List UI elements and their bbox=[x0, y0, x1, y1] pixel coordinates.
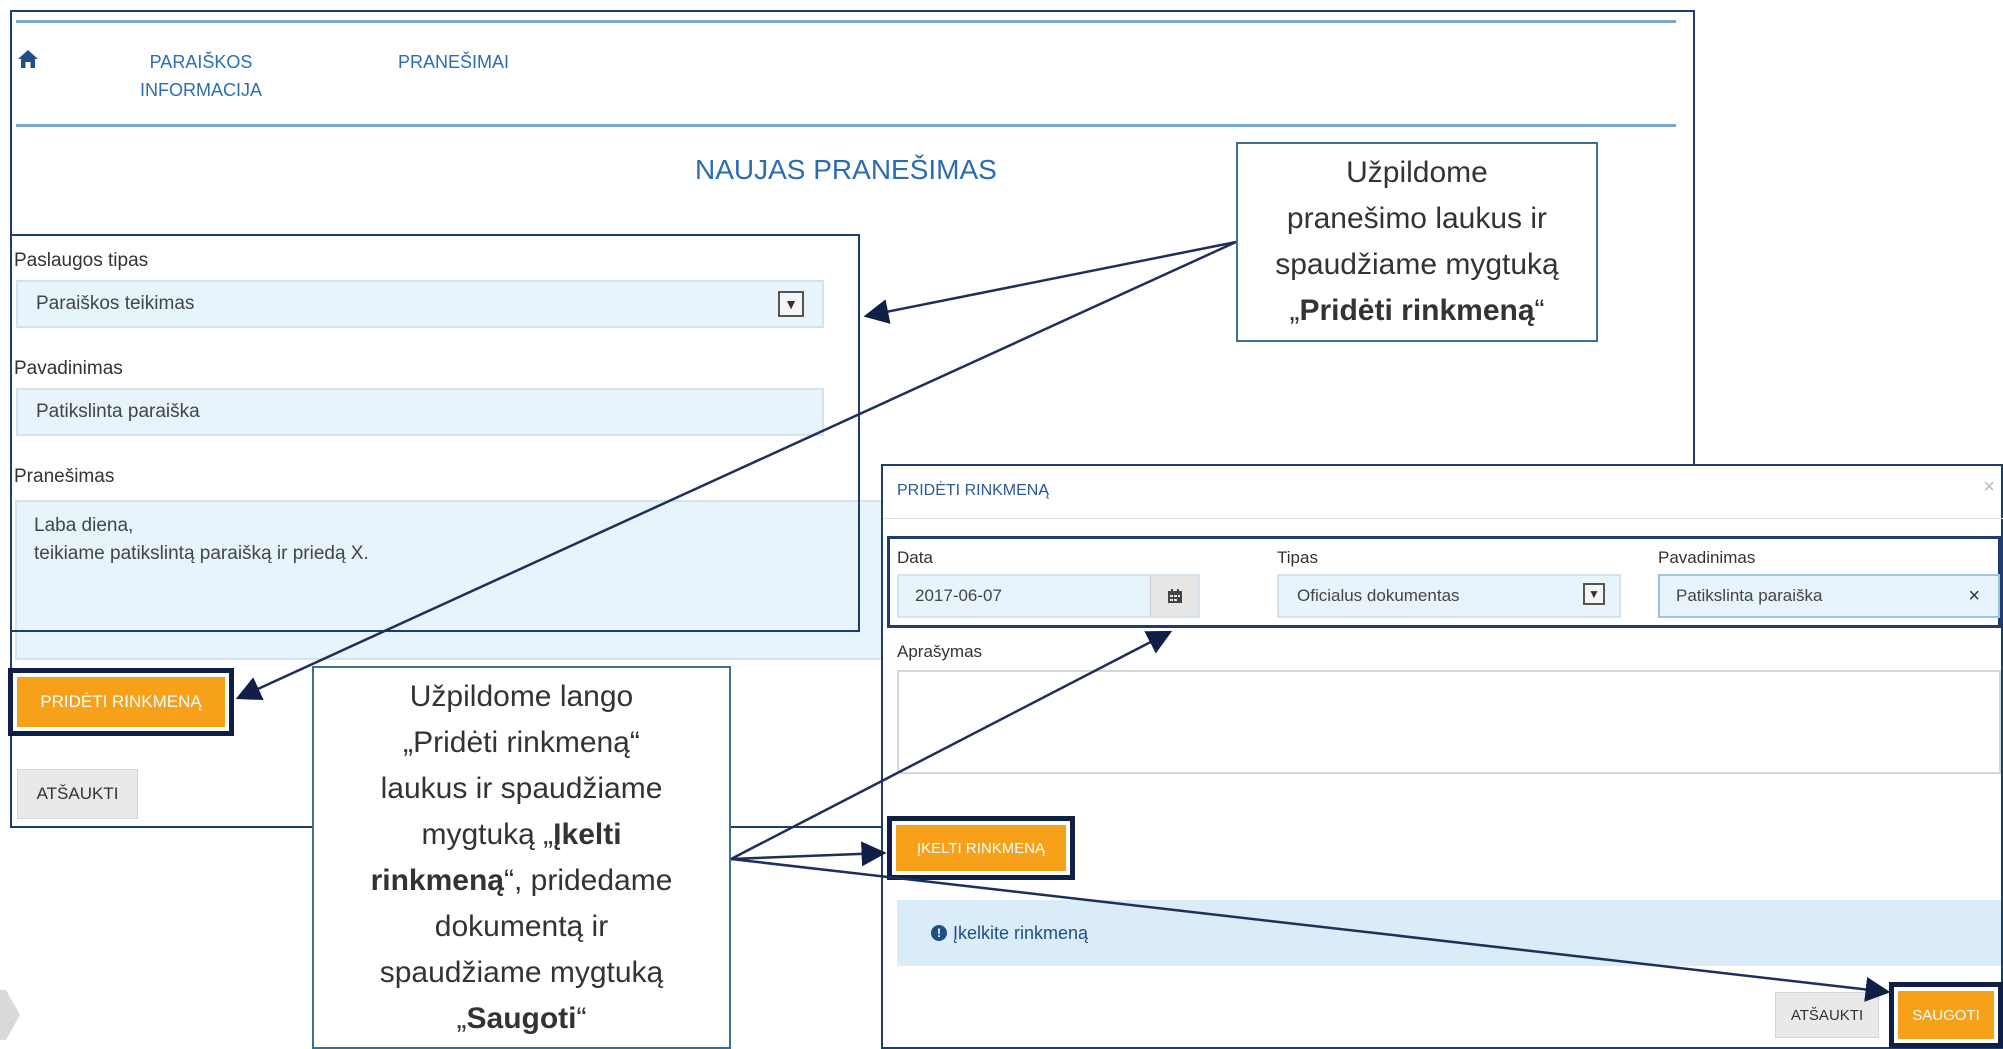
arrow-to-modal-fields bbox=[730, 630, 1173, 861]
arrow-to-form-fields bbox=[863, 240, 1237, 324]
arrow-to-add-file-button bbox=[235, 240, 1237, 701]
arrow-to-upload-button bbox=[730, 841, 887, 867]
arrow-to-save-button bbox=[730, 857, 1891, 1002]
annotation-arrows bbox=[235, 240, 1891, 1002]
